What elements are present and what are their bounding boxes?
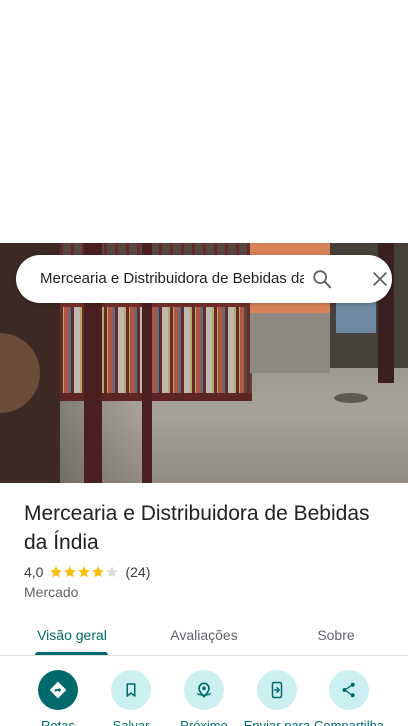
tab-selected-indicator [35, 652, 108, 655]
close-icon [373, 272, 387, 286]
directions-label: Rotas [41, 718, 75, 726]
map-area-blank [0, 0, 408, 243]
nearby-button[interactable]: Próximo [164, 670, 244, 726]
tab-about[interactable]: Sobre [296, 613, 376, 656]
rating-stars [49, 565, 119, 579]
share-icon [342, 682, 355, 698]
search-input[interactable]: Mercearia e Distribuidora de Bebidas da … [40, 269, 304, 289]
share-label: Compartilha [313, 718, 385, 726]
directions-icon [49, 681, 67, 699]
review-count: (24) [125, 564, 151, 580]
star-filled-icon [50, 566, 63, 578]
star-filled-icon [92, 566, 105, 578]
bookmark-icon [126, 683, 136, 697]
send-to-phone-icon [271, 681, 283, 699]
action-buttons: Rotas Salvar Próximo Enviar para Compart… [0, 668, 408, 726]
star-filled-icon [64, 566, 77, 578]
tab-reviews[interactable]: Avaliações [156, 613, 252, 656]
rating-value: 4,0 [24, 564, 44, 580]
place-tabs: Visão geral Avaliações Sobre [0, 613, 408, 656]
rating-row[interactable]: 4,0 (24) [24, 563, 150, 581]
search-bar[interactable]: Mercearia e Distribuidora de Bebidas da … [16, 255, 392, 303]
place-title: Mercearia e Distribuidora de Bebidas da … [24, 502, 370, 554]
tab-overview[interactable]: Visão geral [24, 613, 120, 656]
search-icon [313, 270, 332, 289]
search-button[interactable] [302, 259, 342, 299]
save-button[interactable]: Salvar [91, 670, 171, 726]
send-to-phone-label: Enviar para [243, 718, 311, 726]
share-button[interactable]: Compartilha [309, 670, 389, 726]
directions-button[interactable]: Rotas [18, 670, 98, 726]
save-label: Salvar [112, 718, 150, 726]
nearby-label: Próximo [180, 718, 228, 726]
nearby-icon [196, 682, 212, 698]
place-category: Mercado [24, 584, 79, 600]
send-to-phone-button[interactable]: Enviar para [237, 670, 317, 726]
star-filled-icon [78, 566, 91, 578]
clear-search-button[interactable] [360, 259, 400, 299]
photo-drain [334, 393, 368, 403]
star-empty-icon [106, 566, 119, 578]
